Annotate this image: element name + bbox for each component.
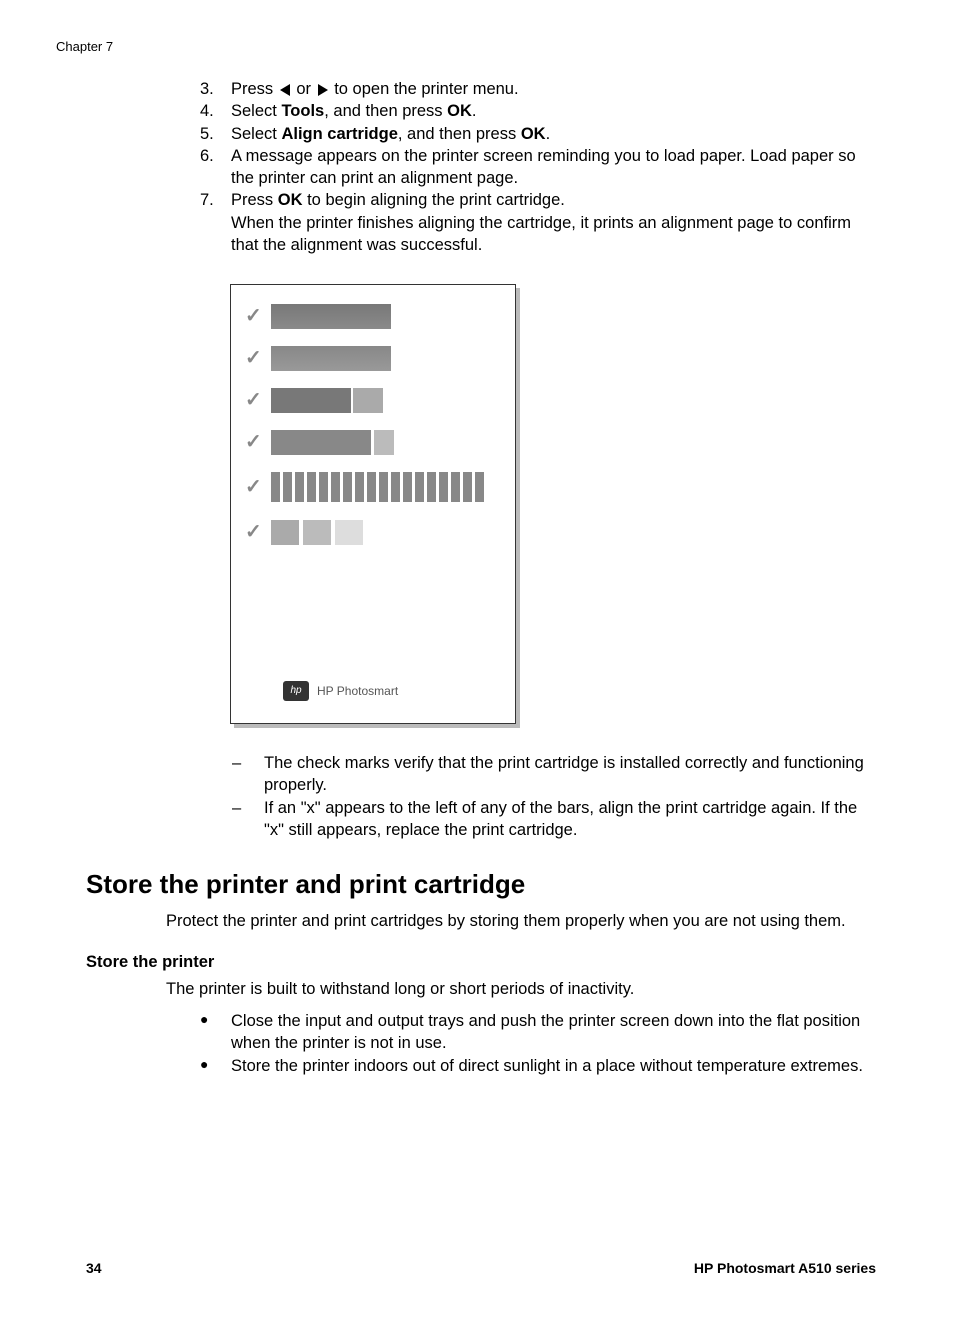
align-row-5: ✓: [245, 471, 497, 503]
dash-item-2: – If an "x" appears to the left of any o…: [232, 797, 876, 842]
bold: OK: [521, 125, 546, 143]
alignment-bar: [271, 346, 391, 371]
step-text: Press or to open the printer menu.: [231, 78, 876, 100]
text: to open the printer menu.: [330, 80, 519, 98]
bullet-text: Close the input and output trays and pus…: [231, 1010, 876, 1055]
align-row-6: ✓: [245, 519, 497, 545]
text: or: [292, 80, 316, 98]
checkmark-icon: ✓: [245, 345, 261, 372]
page-footer: 34 HP Photosmart A510 series: [86, 1259, 876, 1278]
step-number: 3.: [200, 78, 231, 100]
text: Press: [231, 191, 278, 209]
step-text: A message appears on the printer screen …: [231, 145, 876, 190]
checkmark-icon: ✓: [245, 387, 261, 414]
text: Press: [231, 80, 278, 98]
bullet-list: ● Close the input and output trays and p…: [200, 1010, 876, 1077]
step-5: 5. Select Align cartridge, and then pres…: [200, 123, 876, 145]
step-7: 7. Press OK to begin aligning the print …: [200, 189, 876, 256]
step-number: 5.: [200, 123, 231, 145]
dash-text: If an "x" appears to the left of any of …: [264, 797, 876, 842]
hp-logo-icon: hp: [283, 681, 309, 701]
right-arrow-icon: [318, 84, 328, 96]
align-row-2: ✓: [245, 345, 497, 371]
subsection-paragraph: The printer is built to withstand long o…: [166, 978, 876, 1000]
bullet-item-1: ● Close the input and output trays and p…: [200, 1010, 876, 1055]
bold: Tools: [281, 102, 324, 120]
align-row-3: ✓: [245, 387, 497, 413]
checkmark-icon: ✓: [245, 519, 261, 546]
step-number: 7.: [200, 189, 231, 256]
step-text: Select Tools, and then press OK.: [231, 100, 876, 122]
product-name: HP Photosmart A510 series: [694, 1259, 876, 1278]
checkmark-icon: ✓: [245, 474, 261, 501]
alignment-page-illustration: ✓ ✓ ✓ ✓ ✓ ✓ hp HP Photosmart: [230, 284, 876, 724]
left-arrow-icon: [280, 84, 290, 96]
step-4: 4. Select Tools, and then press OK.: [200, 100, 876, 122]
alignment-bar: [271, 388, 383, 413]
subsection-title: Store the printer: [86, 951, 876, 973]
checkmark-icon: ✓: [245, 429, 261, 456]
text: , and then press: [324, 102, 447, 120]
text: , and then press: [398, 125, 521, 143]
text: Select: [231, 102, 281, 120]
dash-text: The check marks verify that the print ca…: [264, 752, 876, 797]
hp-logo-text: HP Photosmart: [317, 683, 398, 699]
align-row-4: ✓: [245, 429, 497, 455]
text: .: [472, 102, 477, 120]
bullet-text: Store the printer indoors out of direct …: [231, 1055, 876, 1077]
page-number: 34: [86, 1259, 102, 1278]
step-6: 6. A message appears on the printer scre…: [200, 145, 876, 190]
alignment-stripes: [271, 472, 484, 502]
step-text: Select Align cartridge, and then press O…: [231, 123, 876, 145]
dash-mark: –: [232, 752, 264, 797]
chapter-header: Chapter 7: [56, 38, 113, 56]
numbered-steps: 3. Press or to open the printer menu. 4.…: [200, 78, 876, 256]
step-3: 3. Press or to open the printer menu.: [200, 78, 876, 100]
dash-mark: –: [232, 797, 264, 842]
text: to begin aligning the print cartridge.: [303, 191, 565, 209]
bullet-mark: ●: [200, 1010, 231, 1055]
alignment-bar: [271, 520, 363, 545]
alignment-box: ✓ ✓ ✓ ✓ ✓ ✓ hp HP Photosmart: [230, 284, 516, 724]
bullet-mark: ●: [200, 1055, 231, 1077]
bullet-item-2: ● Store the printer indoors out of direc…: [200, 1055, 876, 1077]
alignment-bar: [271, 430, 394, 455]
hp-logo-row: hp HP Photosmart: [283, 681, 398, 701]
step-text: Press OK to begin aligning the print car…: [231, 189, 876, 256]
bold: OK: [278, 191, 303, 209]
text: When the printer finishes aligning the c…: [231, 214, 851, 254]
checkmark-icon: ✓: [245, 303, 261, 330]
dash-list: – The check marks verify that the print …: [232, 752, 876, 841]
align-row-1: ✓: [245, 303, 497, 329]
section-paragraph: Protect the printer and print cartridges…: [166, 910, 876, 932]
text: .: [546, 125, 551, 143]
step-number: 6.: [200, 145, 231, 190]
step-number: 4.: [200, 100, 231, 122]
bold: OK: [447, 102, 472, 120]
alignment-bar: [271, 304, 391, 329]
bold: Align cartridge: [281, 125, 397, 143]
text: Select: [231, 125, 281, 143]
dash-item-1: – The check marks verify that the print …: [232, 752, 876, 797]
page-content: 3. Press or to open the printer menu. 4.…: [86, 78, 876, 1077]
section-title: Store the printer and print cartridge: [86, 867, 876, 902]
